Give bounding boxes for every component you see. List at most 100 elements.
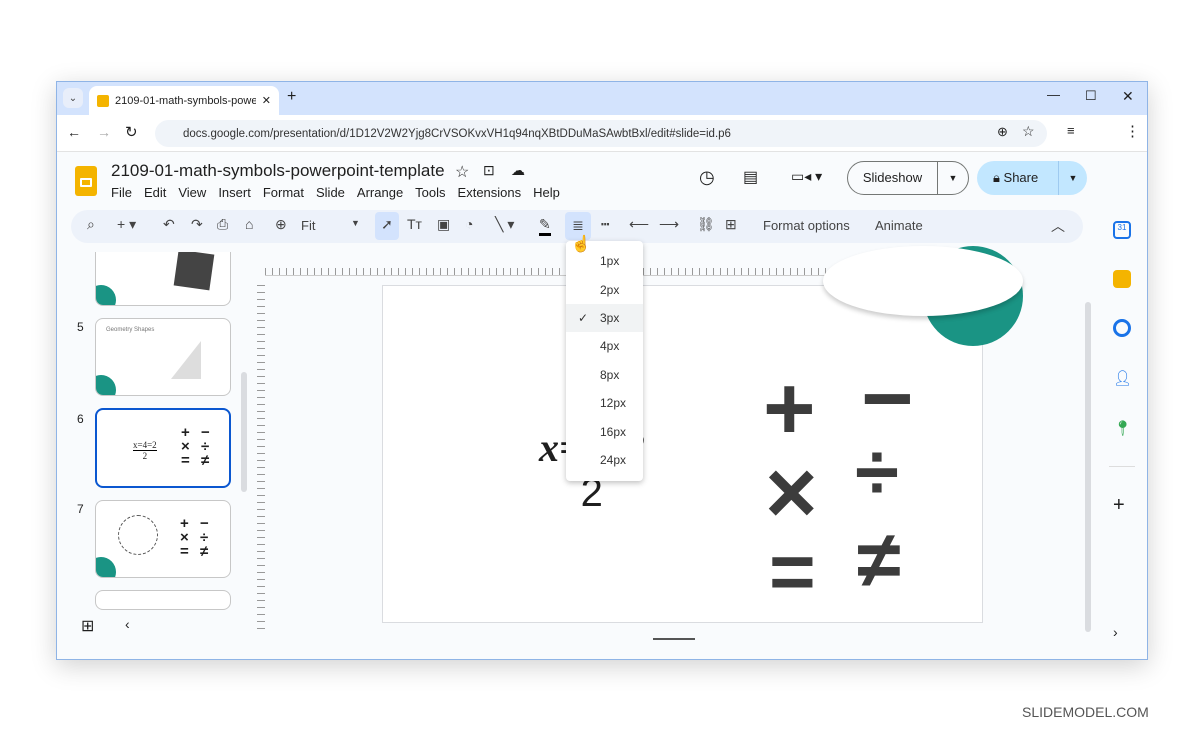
slide-number: 7 (77, 502, 84, 516)
speaker-notes-handle[interactable] (653, 638, 695, 640)
browser-menu-icon[interactable]: ⋮ (1125, 122, 1140, 140)
show-side-panel-icon[interactable]: › (1113, 624, 1131, 642)
forward-icon[interactable]: → (97, 124, 111, 140)
slideshow-button[interactable]: Slideshow ▼ (847, 161, 969, 195)
border-color-icon[interactable]: ✎ (539, 216, 551, 236)
version-history-icon[interactable]: ◷ (699, 167, 715, 188)
shape-icon[interactable]: ◔ (465, 216, 473, 232)
menu-slide[interactable]: Slide (316, 185, 345, 200)
border-dash-icon[interactable]: ┅ (601, 216, 609, 233)
search-menus-icon[interactable]: ⌕ (87, 216, 95, 233)
slide-thumbnail-5[interactable]: Geometry Shapes (95, 318, 231, 396)
add-comment-icon[interactable]: ⊞ (725, 216, 737, 233)
lock-icon: 🔒︎ (993, 170, 1004, 185)
format-options-button[interactable]: Format options (763, 218, 850, 233)
menu-file[interactable]: File (111, 185, 132, 200)
close-tab-icon[interactable]: ✕ (262, 94, 271, 107)
cloud-status-icon[interactable]: ☁ (511, 162, 525, 179)
new-slide-icon[interactable]: + ▾ (117, 216, 136, 233)
slide-canvas[interactable]: x=4=2 2 + − × ÷ = ≠ (382, 246, 1023, 623)
menu-view[interactable]: View (178, 185, 206, 200)
address-bar-row: ← → ↻ docs.google.com/presentation/d/1D1… (57, 115, 1147, 152)
divide-symbol[interactable]: ÷ (855, 432, 899, 512)
reload-icon[interactable]: ↻ (125, 123, 138, 141)
tab-bar: ⌄ 2109-01-math-symbols-powerp ✕ + — ☐ ✕ (57, 82, 1147, 115)
maps-icon[interactable]: 📍︎ (1113, 419, 1132, 437)
option-8px[interactable]: 8px (566, 361, 643, 389)
maximize-icon[interactable]: ☐ (1085, 88, 1097, 104)
menu-bar: File Edit View Insert Format Slide Arran… (111, 185, 572, 200)
menu-arrange[interactable]: Arrange (357, 185, 403, 200)
option-24px[interactable]: 24px (566, 446, 643, 474)
slide-thumbnail-7[interactable]: + − × ÷ = ≠ (95, 500, 231, 578)
vertical-ruler (257, 285, 265, 633)
slide-thumbnail-6-selected[interactable]: x=4=2 2 + − × ÷ = ≠ (95, 408, 231, 488)
menu-insert[interactable]: Insert (218, 185, 251, 200)
animate-button[interactable]: Animate (875, 218, 923, 233)
text-box-icon[interactable]: Tт (407, 216, 422, 232)
line-start-icon[interactable]: ⟵ (629, 216, 649, 233)
canvas-scrollbar[interactable] (1085, 302, 1091, 632)
equals-symbol[interactable]: = (769, 532, 816, 612)
media-icon[interactable]: ≡ (1067, 123, 1075, 138)
minimize-icon[interactable]: — (1047, 87, 1060, 102)
slide-thumbnail-8[interactable] (95, 590, 231, 610)
line-weight-dropdown: 1px 2px ✓ 3px 4px 8px 12px 16px 24px (566, 241, 643, 481)
share-dropdown-icon[interactable]: ▼ (1059, 173, 1087, 183)
option-3px-selected[interactable]: ✓ 3px (566, 303, 643, 333)
share-button[interactable]: 🔒︎ Share ▼ (977, 161, 1087, 195)
new-tab-icon[interactable]: + (287, 88, 296, 106)
filmstrip-scrollbar[interactable] (241, 372, 247, 492)
move-folder-icon[interactable]: ⊡ (483, 162, 495, 179)
zoom-select[interactable]: Fit ▼ (301, 218, 361, 233)
close-window-icon[interactable]: ✕ (1122, 88, 1134, 105)
plus-symbol[interactable]: + (763, 364, 816, 454)
star-icon[interactable]: ☆ (455, 162, 469, 182)
meet-camera-icon[interactable]: ▭◂ ▾ (791, 168, 822, 185)
slideshow-dropdown-icon[interactable]: ▼ (938, 173, 968, 183)
zoom-tool-icon[interactable]: ⊕ (275, 216, 287, 233)
line-icon[interactable]: ╲ ▾ (495, 216, 514, 233)
image-icon[interactable]: ▣ (437, 216, 450, 233)
collapse-filmstrip-icon[interactable]: ‹ (125, 616, 130, 632)
option-2px[interactable]: 2px (566, 275, 643, 303)
print-icon[interactable]: ⎙ (217, 216, 228, 233)
grid-view-icon[interactable]: ⊞ (81, 616, 94, 636)
tab-title: 2109-01-math-symbols-powerp (115, 94, 256, 107)
line-end-icon[interactable]: ⟶ (659, 216, 679, 233)
tasks-icon[interactable] (1113, 319, 1131, 337)
collapse-toolbar-icon[interactable]: ︿ (1051, 216, 1065, 236)
option-4px[interactable]: 4px (566, 332, 643, 360)
menu-format[interactable]: Format (263, 185, 304, 200)
keep-icon[interactable] (1113, 270, 1131, 288)
get-addons-icon[interactable]: + (1113, 495, 1131, 515)
zoom-icon[interactable]: ⊕ (997, 124, 1008, 140)
insert-link-icon[interactable]: ⛓ (697, 216, 715, 233)
paint-format-icon[interactable]: ⌂ (245, 216, 253, 232)
browser-tab[interactable]: 2109-01-math-symbols-powerp ✕ (89, 86, 279, 115)
menu-help[interactable]: Help (533, 185, 560, 200)
document-title[interactable]: 2109-01-math-symbols-powerpoint-template (111, 161, 445, 181)
menu-edit[interactable]: Edit (144, 185, 166, 200)
url-field[interactable]: docs.google.com/presentation/d/1D12V2W2Y… (155, 120, 1047, 147)
option-12px[interactable]: 12px (566, 389, 643, 417)
undo-icon[interactable]: ↶ (163, 216, 175, 233)
not-equal-symbol[interactable]: ≠ (857, 520, 901, 600)
bookmark-star-icon[interactable]: ☆ (1022, 123, 1035, 140)
slide-thumbnail-4[interactable] (95, 252, 231, 306)
menu-tools[interactable]: Tools (415, 185, 445, 200)
checkmark-icon: ✓ (578, 310, 589, 325)
back-icon[interactable]: ← (67, 124, 81, 140)
comments-icon[interactable]: ▤ (743, 167, 758, 187)
multiply-symbol[interactable]: × (765, 448, 818, 538)
calendar-icon[interactable]: 31 (1113, 221, 1131, 239)
tab-search-chevron-icon[interactable]: ⌄ (63, 88, 83, 108)
redo-icon[interactable]: ↷ (191, 216, 203, 233)
divider (1109, 466, 1135, 467)
option-16px[interactable]: 16px (566, 417, 643, 445)
url-text: docs.google.com/presentation/d/1D12V2W2Y… (183, 127, 731, 140)
select-tool-icon[interactable]: ➚ (375, 212, 399, 240)
slide-number: 5 (77, 320, 84, 334)
menu-extensions[interactable]: Extensions (458, 185, 522, 200)
contacts-icon[interactable]: 👤︎ (1113, 369, 1132, 387)
